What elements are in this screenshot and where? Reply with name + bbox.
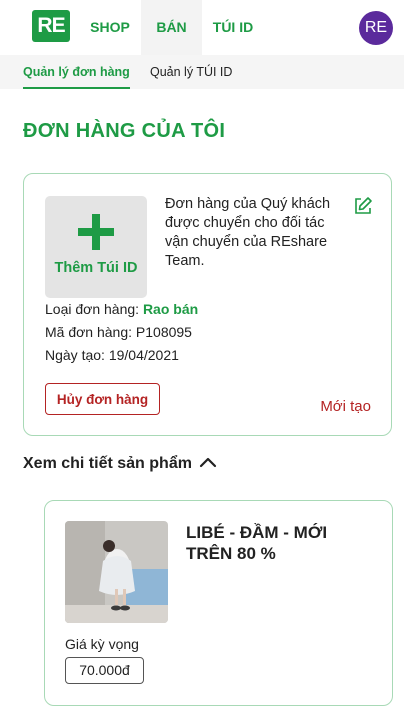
- product-name: LIBÉ - ĐẦM - MỚI TRÊN 80 %: [186, 523, 328, 563]
- avatar[interactable]: RE: [359, 11, 393, 45]
- chevron-up-icon[interactable]: [199, 455, 217, 469]
- order-date: Ngày tạo: 19/04/2021: [45, 347, 179, 363]
- add-bag-id-button[interactable]: Thêm Túi ID: [45, 196, 147, 298]
- add-bag-id-label: Thêm Túi ID: [54, 260, 138, 276]
- expected-price-label: Giá kỳ vọng: [65, 636, 139, 652]
- order-code: Mã đơn hàng: P108095: [45, 324, 192, 340]
- order-type-label: Loại đơn hàng:: [45, 301, 140, 317]
- nav-ban[interactable]: BÁN: [141, 0, 202, 55]
- order-status: Mới tạo: [320, 398, 371, 415]
- top-nav-bar: RE SHOP BÁN TÚI ID RE: [0, 0, 404, 55]
- order-type-value: Rao bán: [142, 301, 199, 317]
- order-card: Thêm Túi ID Đơn hàng của Quý khách được …: [23, 173, 392, 436]
- order-message: Đơn hàng của Quý khách được chuyển cho đ…: [165, 196, 331, 269]
- order-code-label: Mã đơn hàng:: [45, 324, 133, 340]
- reshare-logo[interactable]: RE: [32, 10, 70, 42]
- cancel-order-button[interactable]: Hủy đơn hàng: [45, 383, 160, 415]
- order-code-value: P108095: [135, 324, 192, 340]
- nav-shop[interactable]: SHOP: [82, 0, 138, 55]
- view-product-details-toggle[interactable]: Xem chi tiết sản phẩm: [23, 452, 192, 476]
- plus-icon: [78, 214, 114, 250]
- page-title: ĐƠN HÀNG CỦA TÔI: [23, 120, 226, 142]
- tab-order-management[interactable]: Quản lý đơn hàng: [23, 55, 130, 89]
- order-type: Loại đơn hàng: Rao bán: [45, 301, 198, 317]
- nav-tui-id[interactable]: TÚI ID: [206, 0, 260, 55]
- tab-bag-id-management[interactable]: Quản lý TÚI ID: [150, 55, 232, 89]
- edit-icon[interactable]: [353, 196, 373, 216]
- order-date-label: Ngày tạo:: [45, 347, 105, 363]
- product-photo-icon: [65, 521, 168, 623]
- product-image[interactable]: [65, 521, 168, 623]
- order-date-value: 19/04/2021: [108, 347, 179, 363]
- product-card: LIBÉ - ĐẦM - MỚI TRÊN 80 % Giá kỳ vọng 7…: [44, 500, 393, 706]
- sub-nav: Quản lý đơn hàng Quản lý TÚI ID: [0, 55, 404, 89]
- expected-price-value: 70.000đ: [65, 657, 144, 684]
